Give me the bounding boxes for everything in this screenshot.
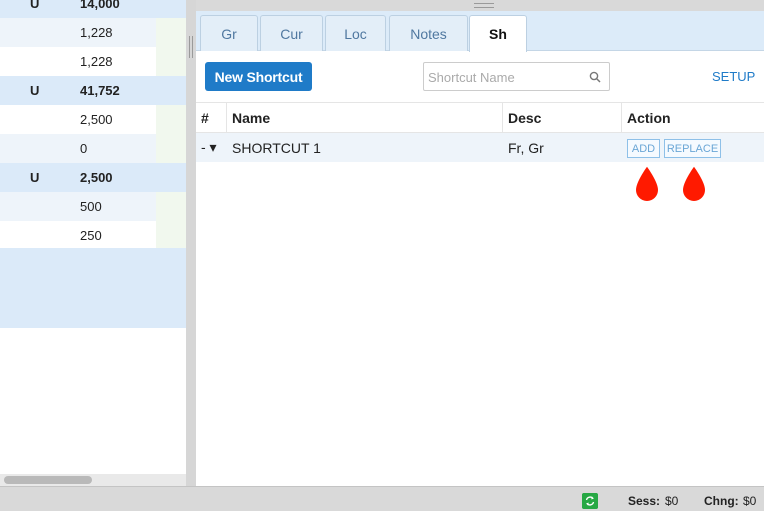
row-name: SHORTCUT 1 <box>232 139 321 156</box>
left-panel-row[interactable]: 2,500 <box>0 105 186 134</box>
tab-label: Sh <box>489 26 507 42</box>
left-row-cell <box>156 221 186 250</box>
tab-label: Cur <box>280 25 303 42</box>
change-value: $0 <box>743 494 757 508</box>
left-row-value: 14,000 <box>80 0 120 11</box>
left-panel-row[interactable]: 1,228 <box>0 47 186 76</box>
left-row-value: 1,228 <box>80 54 113 69</box>
left-row-unit: U <box>30 0 40 11</box>
header-name[interactable]: Name <box>227 103 503 132</box>
red-drop-marker-icon <box>680 163 708 203</box>
search-icon[interactable] <box>589 71 601 83</box>
status-bar: Sess: $0 Chng: $0 <box>0 486 764 511</box>
left-row-cell <box>156 47 186 76</box>
shortcut-search-input[interactable] <box>428 67 578 87</box>
tab-gr[interactable]: Gr <box>200 15 258 51</box>
left-row-cell <box>156 18 186 47</box>
red-drop-marker-icon <box>633 163 661 203</box>
table-row[interactable]: - ▾ SHORTCUT 1 Fr, Gr ADD REPLACE <box>196 133 764 162</box>
left-row-value: 41,752 <box>80 83 120 98</box>
shortcut-search-box[interactable] <box>423 62 610 91</box>
left-panel-row[interactable]: U 41,752 <box>0 76 186 105</box>
left-row-cell <box>156 76 186 105</box>
row-desc: Fr, Gr <box>508 139 544 156</box>
left-row-value: 2,500 <box>80 112 113 127</box>
left-panel-row[interactable]: 500 <box>0 192 186 221</box>
splitter-grip-icon[interactable] <box>189 36 193 58</box>
tab-cur[interactable]: Cur <box>260 15 323 51</box>
tab-label: Loc <box>344 25 367 42</box>
header-desc[interactable]: Desc <box>503 103 622 132</box>
header-number[interactable]: # <box>196 103 227 132</box>
tab-sh[interactable]: Sh <box>469 15 527 52</box>
left-row-cell <box>156 105 186 134</box>
session-label: Sess: <box>628 494 661 508</box>
left-row-unit: U <box>30 170 40 185</box>
left-row-unit: U <box>30 83 40 98</box>
left-panel-row[interactable]: U 14,000 <box>0 0 186 18</box>
table-header: # Name Desc Action <box>196 102 764 133</box>
horizontal-scrollbar-thumb[interactable] <box>4 476 92 484</box>
tab-bar: Gr Cur Loc Notes Sh <box>196 11 764 52</box>
left-panel-row[interactable]: 0 <box>0 134 186 163</box>
setup-link[interactable]: SETUP <box>712 69 755 84</box>
left-row-value: 500 <box>80 199 102 214</box>
shortcuts-panel: Gr Cur Loc Notes Sh New Shortcut SETUP #… <box>196 11 764 486</box>
tab-notes[interactable]: Notes <box>389 15 468 51</box>
left-row-value: 1,228 <box>80 25 113 40</box>
vertical-splitter[interactable] <box>186 0 196 486</box>
row-expand-toggle[interactable]: - ▾ <box>196 133 227 162</box>
top-resize-grip-icon[interactable] <box>474 3 494 8</box>
left-row-value: 2,500 <box>80 170 113 185</box>
left-row-cell <box>156 163 186 192</box>
new-shortcut-button[interactable]: New Shortcut <box>205 62 312 91</box>
tab-loc[interactable]: Loc <box>325 15 386 51</box>
left-row-cell <box>156 0 186 18</box>
left-row-cell <box>156 134 186 163</box>
replace-button[interactable]: REPLACE <box>664 139 721 158</box>
tab-label: Notes <box>410 25 447 42</box>
header-action[interactable]: Action <box>622 103 764 132</box>
left-row-value: 250 <box>80 228 102 243</box>
left-data-panel: 250 500 U 2,500 0 2,500 U 41,752 1,228 1,228 U 14,0… <box>0 0 186 486</box>
change-label: Chng: <box>704 494 739 508</box>
sync-icon[interactable] <box>582 493 598 509</box>
left-row-value: 0 <box>80 141 88 156</box>
left-row-cell <box>156 192 186 221</box>
left-panel-row[interactable]: 1,228 <box>0 18 186 47</box>
left-panel-row[interactable]: 250 <box>0 221 186 250</box>
left-panel-empty-area <box>0 248 186 328</box>
session-value: $0 <box>665 494 679 508</box>
add-button[interactable]: ADD <box>627 139 660 158</box>
left-panel-row[interactable]: U 2,500 <box>0 163 186 192</box>
tab-label: Gr <box>221 25 237 42</box>
